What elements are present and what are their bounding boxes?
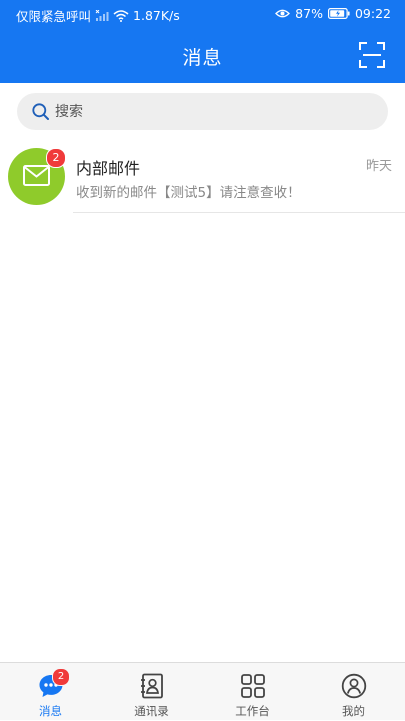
- divider: [73, 212, 405, 213]
- scan-button[interactable]: [359, 42, 385, 68]
- tab-me[interactable]: 我的: [303, 663, 404, 721]
- tab-messages[interactable]: 2 消息: [0, 663, 101, 721]
- mail-icon: [23, 165, 50, 186]
- battery-percent: 87%: [295, 6, 323, 21]
- battery-icon: [327, 8, 350, 19]
- page-title: 消息: [182, 47, 223, 69]
- eye-comfort-icon: [275, 8, 291, 19]
- status-bar: 仅限紧急呼叫 1.87K/s 87% 09:22: [0, 0, 405, 28]
- wifi-icon: [113, 9, 129, 22]
- search-bar[interactable]: [17, 93, 388, 130]
- message-time: 昨天: [365, 159, 392, 174]
- tab-label: 通讯录: [134, 704, 169, 718]
- signal-icon: [95, 9, 109, 22]
- scan-icon: [359, 42, 385, 68]
- user-icon: [341, 673, 367, 699]
- tab-badge: 2: [52, 668, 70, 686]
- search-icon: [32, 103, 49, 120]
- contacts-icon: [141, 673, 163, 699]
- carrier-text: 仅限紧急呼叫: [16, 9, 92, 24]
- grid-icon: [241, 674, 265, 698]
- message-item-internal-mail[interactable]: 2 内部邮件 昨天 收到新的邮件【测试5】请注意查收！: [0, 139, 405, 213]
- top-bar: 仅限紧急呼叫 1.87K/s 87% 09:22 消息: [0, 0, 405, 83]
- tab-label: 工作台: [235, 704, 270, 718]
- message-preview: 收到新的邮件【测试5】请注意查收！: [76, 185, 301, 201]
- tab-label: 消息: [39, 704, 62, 718]
- bottom-tab-bar: 2 消息 通讯录 工作台 我的: [0, 662, 405, 720]
- network-speed: 1.87K/s: [133, 8, 180, 23]
- tab-contacts[interactable]: 通讯录: [101, 663, 202, 721]
- clock: 09:22: [354, 6, 391, 21]
- tab-workbench[interactable]: 工作台: [202, 663, 303, 721]
- search-input[interactable]: [55, 93, 375, 130]
- unread-badge: 2: [46, 148, 66, 168]
- tab-label: 我的: [342, 704, 365, 718]
- message-title: 内部邮件: [76, 159, 141, 178]
